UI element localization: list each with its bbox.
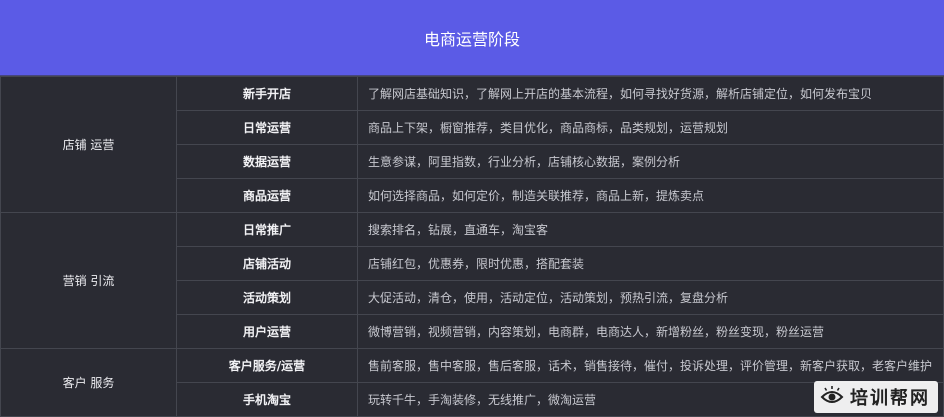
table-row: 店铺 运营 新手开店 了解网店基础知识，了解网上开店的基本流程，如何寻找好货源，… bbox=[0, 76, 944, 213]
category-cell: 店铺 运营 bbox=[0, 76, 177, 213]
desc-cell: 搜索排名，钻展，直通车，淘宝客 bbox=[357, 212, 944, 247]
item-cell: 手机淘宝 bbox=[176, 382, 358, 417]
item-cell: 日常运营 bbox=[176, 110, 358, 145]
item-cell: 活动策划 bbox=[176, 280, 358, 315]
desc-cell: 微博营销，视频营销，内容策划，电商群，电商达人，新增粉丝，粉丝变现，粉丝运营 bbox=[357, 314, 944, 349]
operations-table: 店铺 运营 新手开店 了解网店基础知识，了解网上开店的基本流程，如何寻找好货源，… bbox=[0, 76, 944, 417]
logo-text: 培训帮网 bbox=[850, 388, 930, 409]
item-cell: 客户服务/运营 bbox=[176, 348, 358, 383]
site-logo: 培训帮网 bbox=[814, 381, 938, 413]
item-cell: 商品运营 bbox=[176, 178, 358, 213]
item-cell: 店铺活动 bbox=[176, 246, 358, 281]
item-cell: 日常推广 bbox=[176, 212, 358, 247]
desc-cell: 了解网店基础知识，了解网上开店的基本流程，如何寻找好货源，解析店铺定位，如何发布… bbox=[357, 76, 944, 111]
desc-cell: 售前客服，售中客服，售后客服，话术，销售接待，催付，投诉处理，评价管理，新客户获… bbox=[357, 348, 944, 383]
category-cell: 营销 引流 bbox=[0, 212, 177, 349]
table-row: 客户 服务 客户服务/运营 售前客服，售中客服，售后客服，话术，销售接待，催付，… bbox=[0, 348, 944, 417]
category-cell: 客户 服务 bbox=[0, 348, 177, 417]
item-cell: 数据运营 bbox=[176, 144, 358, 179]
item-cell: 新手开店 bbox=[176, 76, 358, 111]
desc-cell: 商品上下架，橱窗推荐，类目优化，商品商标，品类规划，运营规划 bbox=[357, 110, 944, 145]
item-cell: 用户运营 bbox=[176, 314, 358, 349]
page-title: 电商运营阶段 bbox=[423, 29, 520, 49]
table-row: 营销 引流 日常推广 搜索排名，钻展，直通车，淘宝客 bbox=[0, 212, 944, 349]
desc-cell: 生意参谋，阿里指数，行业分析，店铺核心数据，案例分析 bbox=[357, 144, 944, 179]
desc-cell: 店铺红包，优惠券，限时优惠，搭配套装 bbox=[357, 246, 944, 281]
eye-logo-icon bbox=[820, 386, 844, 403]
desc-cell: 如何选择商品，如何定价，制造关联推荐，商品上新，提炼卖点 bbox=[357, 178, 944, 213]
desc-cell: 大促活动，清仓，使用，活动定位，活动策划，预热引流，复盘分析 bbox=[357, 280, 944, 315]
page-header: 电商运营阶段 bbox=[0, 0, 944, 76]
